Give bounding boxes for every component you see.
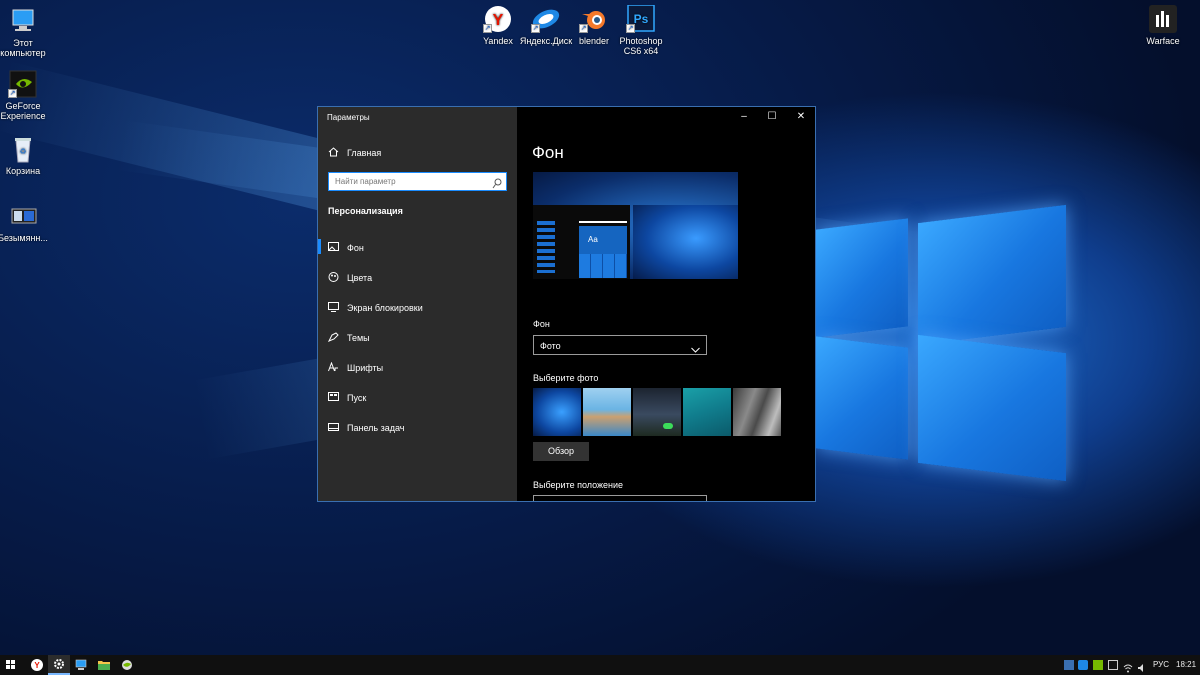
settings-main: – ☐ ✕ Фон Aa Фон Фото Выберите фото Обзо… [517, 107, 815, 501]
close-button[interactable]: ✕ [786, 107, 815, 127]
home-icon [328, 147, 339, 157]
fonts-icon [328, 361, 339, 372]
tray-app-icon[interactable] [1064, 660, 1074, 670]
desktop-icon-label: Warface [1146, 36, 1180, 46]
warface-icon [1148, 5, 1178, 33]
nav-item-themes[interactable]: Темы [318, 322, 517, 352]
photoshop-icon-letters: Ps [634, 12, 649, 26]
blender-icon: ↗ [579, 5, 609, 33]
desktop-icon-label: Безымянн... [0, 233, 48, 243]
minimize-button[interactable]: – [729, 107, 759, 127]
palette-icon [328, 272, 339, 282]
desktop-icon-label: Photoshop CS6 x64 [619, 36, 663, 56]
selected-indicator [318, 239, 321, 254]
desktop-icon-photoshop[interactable]: Ps ↗ Photoshop CS6 x64 [611, 4, 671, 56]
maximize-button[interactable]: ☐ [757, 107, 787, 127]
taskbar-computer-icon[interactable] [70, 655, 92, 675]
nav-item-label: Панель задач [347, 423, 405, 433]
yandex-icon: Y ↗ [483, 5, 513, 33]
nav-item-label: Темы [347, 333, 370, 343]
lock-screen-icon [328, 302, 339, 312]
browse-button[interactable]: Обзор [533, 442, 589, 461]
background-preview: Aa [533, 172, 738, 279]
search-placeholder: Найти параметр [335, 177, 396, 186]
taskbar-explorer-icon[interactable] [93, 655, 115, 675]
choose-photo-label: Выберите фото [533, 373, 599, 383]
preview-start-menu: Aa [533, 205, 630, 279]
taskbar-settings-icon[interactable] [48, 655, 70, 675]
nav-home-label: Главная [347, 148, 382, 158]
settings-window: Параметры Главная Найти параметр Персона… [317, 106, 816, 502]
window-title: Параметры [327, 113, 370, 122]
themes-icon [327, 332, 339, 342]
svg-text:Y: Y [493, 12, 504, 29]
language-indicator[interactable]: РУС [1153, 660, 1169, 669]
dropdown-value: Фото [540, 341, 561, 351]
section-heading: Персонализация [328, 206, 403, 216]
nav-item-fonts[interactable]: Шрифты [318, 352, 517, 382]
start-button[interactable] [0, 655, 22, 675]
clock[interactable]: 18:21 [1176, 660, 1196, 669]
desktop-icon-warface[interactable]: Warface [1133, 5, 1193, 46]
windows-logo-wallpaper [816, 196, 1068, 482]
choose-fit-label: Выберите положение [533, 480, 624, 490]
picture-icon [328, 242, 339, 252]
photo-thumbnail[interactable] [633, 388, 681, 436]
preview-sample-text: Aa [588, 235, 598, 244]
nav-item-label: Шрифты [347, 363, 384, 373]
taskbar-yandex-icon[interactable]: Y [26, 655, 48, 675]
preview-tiles: Aa [579, 226, 627, 278]
nav-item-lock-screen[interactable]: Экран блокировки [318, 292, 517, 322]
page-title: Фон [532, 143, 564, 162]
taskbar-icon [328, 422, 339, 432]
search-icon[interactable] [492, 176, 502, 194]
background-label: Фон [533, 319, 550, 329]
desktop-icon-geforce[interactable]: ↗ GeForce Experience [0, 70, 53, 121]
desktop-icon-label: Корзина [5, 166, 41, 176]
battery-icon[interactable] [1108, 660, 1118, 670]
svg-text:Y: Y [34, 661, 40, 670]
photo-thumbnail[interactable] [583, 388, 631, 436]
start-icon [328, 392, 339, 402]
image-file-icon [8, 202, 38, 230]
photo-thumbnail[interactable] [733, 388, 781, 436]
nav-item-background[interactable]: Фон [318, 232, 517, 262]
computer-icon [8, 7, 38, 35]
nav-item-label: Пуск [347, 393, 367, 403]
nav-home[interactable]: Главная [318, 137, 517, 167]
desktop-icon-unnamed-file[interactable]: Безымянн... [0, 202, 53, 243]
taskbar-geforce-icon[interactable] [116, 655, 138, 675]
nav-item-label: Экран блокировки [347, 303, 423, 313]
desktop-icon-label: GeForce Experience [0, 101, 46, 121]
chevron-down-icon [691, 341, 700, 359]
preview-desktop [633, 205, 738, 279]
geforce-icon: ↗ [8, 70, 38, 98]
desktop-icon-recycle-bin[interactable]: ♻ Корзина [0, 135, 53, 176]
nav-item-label: Фон [347, 243, 364, 253]
recycle-bin-icon: ♻ [8, 135, 38, 163]
photoshop-icon: Ps ↗ [626, 4, 656, 33]
volume-icon[interactable] [1137, 660, 1147, 672]
desktop-icon-this-pc[interactable]: Этот компьютер [0, 7, 53, 58]
nav-item-label: Цвета [347, 273, 373, 283]
photo-thumbnail[interactable] [683, 388, 731, 436]
nav-item-colors[interactable]: Цвета [318, 262, 517, 292]
desktop-icon-label: Этот компьютер [0, 38, 46, 58]
tray-disk-icon[interactable] [1078, 660, 1088, 670]
yandex-disk-icon: ↗ [531, 5, 561, 33]
fit-dropdown[interactable] [533, 495, 707, 501]
photo-thumbnail[interactable] [533, 388, 581, 436]
search-box[interactable]: Найти параметр [328, 172, 507, 191]
nav-item-taskbar[interactable]: Панель задач [318, 412, 517, 442]
tray-geforce-icon[interactable] [1093, 660, 1103, 670]
taskbar: Y РУС 18:21 [0, 655, 1200, 675]
wifi-icon[interactable] [1123, 660, 1133, 673]
background-type-dropdown[interactable]: Фото [533, 335, 707, 355]
nav-item-start[interactable]: Пуск [318, 382, 517, 412]
svg-text:♻: ♻ [19, 147, 26, 156]
settings-sidebar: Параметры Главная Найти параметр Персона… [318, 107, 517, 501]
